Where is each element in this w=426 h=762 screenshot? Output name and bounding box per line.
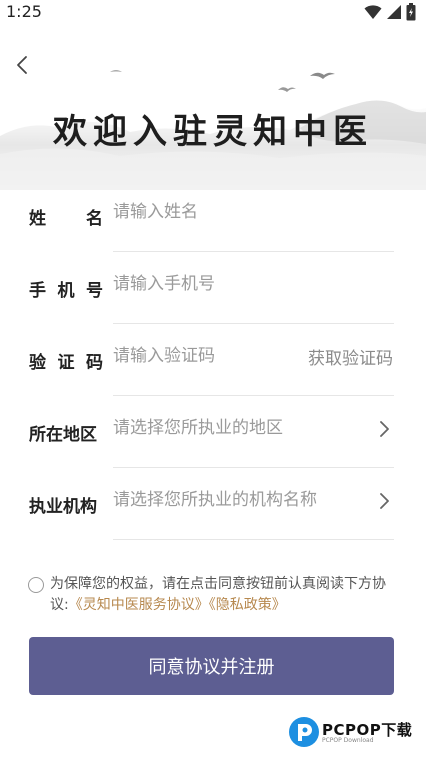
register-page: 1:25 欢迎入驻灵知中医 姓 名 请输入姓名 手 机 号 请输入手机号 验 证… bbox=[0, 0, 426, 762]
code-label-char-2: 证 bbox=[57, 353, 75, 373]
region-label: 所在地区 bbox=[29, 425, 97, 445]
submit-button[interactable]: 同意协议并注册 bbox=[29, 637, 394, 695]
institution-select[interactable] bbox=[113, 468, 394, 532]
phone-label-char-2: 机 bbox=[57, 281, 75, 301]
code-label-char-1: 验 bbox=[29, 353, 46, 373]
status-bar: 1:25 bbox=[0, 0, 426, 24]
row-region[interactable]: 所在地区 bbox=[0, 396, 426, 468]
name-input[interactable] bbox=[113, 180, 394, 244]
back-button[interactable] bbox=[10, 52, 36, 78]
chevron-right-icon bbox=[380, 421, 389, 437]
row-code: 验 证 码 获取验证码 bbox=[0, 324, 426, 396]
row-name: 姓 名 bbox=[0, 180, 426, 252]
battery-icon bbox=[406, 3, 416, 21]
status-icons bbox=[364, 3, 416, 21]
hero-banner: 欢迎入驻灵知中医 bbox=[0, 24, 426, 190]
name-label-char-1: 姓 bbox=[29, 209, 46, 229]
divider bbox=[113, 539, 394, 540]
code-input[interactable] bbox=[113, 324, 293, 388]
name-label-char-2: 名 bbox=[86, 209, 103, 229]
agree-checkbox[interactable] bbox=[28, 577, 44, 593]
region-select[interactable] bbox=[113, 396, 394, 460]
code-label-char-3: 码 bbox=[86, 353, 103, 373]
name-label: 姓 名 bbox=[29, 204, 103, 229]
signal-icon bbox=[387, 5, 401, 19]
row-phone: 手 机 号 bbox=[0, 252, 426, 324]
phone-label-char-3: 号 bbox=[86, 281, 103, 301]
wifi-icon bbox=[364, 5, 382, 19]
watermark-logo: PCPOP下载 PCPOP Download bbox=[288, 716, 420, 748]
phone-input[interactable] bbox=[113, 252, 394, 316]
agreement: 为保障您的权益，请在点击同意按钮前认真阅读下方协议:《灵知中医服务协议》《隐私政… bbox=[28, 574, 388, 616]
phone-label: 手 机 号 bbox=[29, 276, 103, 301]
institution-label: 执业机构 bbox=[29, 497, 97, 517]
pcpop-logo-icon bbox=[289, 717, 319, 747]
agreement-text-block: 为保障您的权益，请在点击同意按钮前认真阅读下方协议:《灵知中医服务协议》《隐私政… bbox=[28, 574, 388, 616]
code-label: 验 证 码 bbox=[29, 348, 103, 373]
page-title: 欢迎入驻灵知中医 bbox=[53, 112, 373, 152]
privacy-policy-link[interactable]: 《隐私政策》 bbox=[209, 597, 286, 613]
register-form: 姓 名 手 机 号 验 证 码 获取验证码 bbox=[0, 180, 426, 540]
row-institution[interactable]: 执业机构 bbox=[0, 468, 426, 540]
phone-label-char-1: 手 bbox=[29, 281, 46, 301]
chevron-right-icon bbox=[380, 493, 389, 509]
service-agreement-link[interactable]: 《灵知中医服务协议》 bbox=[69, 597, 209, 613]
watermark-subtext: PCPOP Download bbox=[322, 737, 374, 744]
get-code-button[interactable]: 获取验证码 bbox=[308, 344, 393, 369]
status-time: 1:25 bbox=[6, 2, 42, 21]
